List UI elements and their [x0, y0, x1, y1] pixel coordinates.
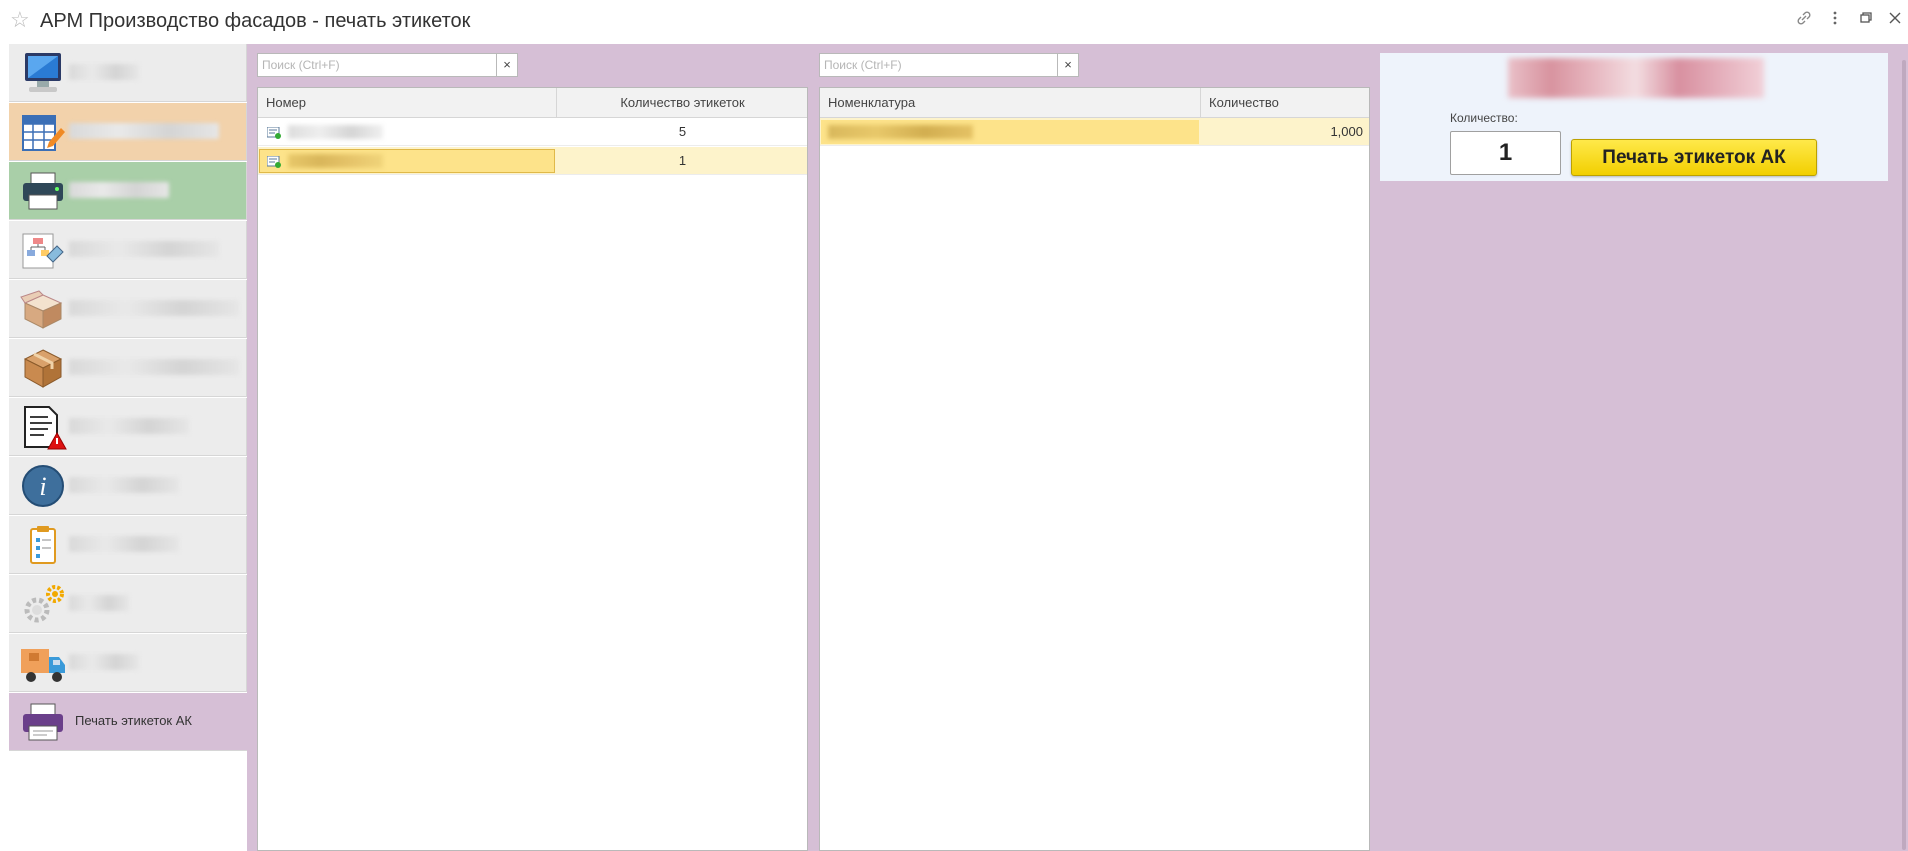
row-number	[288, 154, 383, 168]
left-search-input[interactable]	[258, 54, 496, 76]
sidebar-item-print-labels[interactable]: Печать этикеток АК	[9, 693, 247, 751]
document-icon	[266, 155, 281, 168]
document-icon	[266, 126, 281, 139]
right-table: Номенклатура Количество 1,000	[819, 87, 1370, 851]
sidebar-item-settings[interactable]	[9, 575, 247, 633]
table-header: Номенклатура Количество	[820, 88, 1369, 118]
sidebar-item-label	[69, 123, 219, 139]
sidebar-item-label	[69, 654, 139, 670]
sidebar-item-label	[69, 536, 179, 552]
close-icon[interactable]	[1884, 9, 1906, 31]
sidebar-item-box-open[interactable]	[9, 280, 247, 338]
sidebar-item-box[interactable]	[9, 339, 247, 397]
quantity-label: Количество:	[1450, 111, 1518, 125]
sidebar-item-clipboard[interactable]	[9, 516, 247, 574]
sidebar-item-document-warning[interactable]	[9, 398, 247, 456]
sidebar-item-computer[interactable]	[9, 44, 247, 102]
settings-icon	[19, 580, 67, 628]
sidebar-item-label	[69, 182, 169, 198]
column-header-number[interactable]: Номер	[258, 88, 557, 118]
sidebar-item-label	[69, 359, 239, 375]
box-icon	[19, 344, 67, 392]
table-row[interactable]: 1	[258, 147, 807, 175]
restore-icon[interactable]	[1855, 9, 1877, 31]
table-edit-icon	[19, 108, 67, 156]
left-search-field[interactable]	[257, 53, 497, 77]
sidebar-item-printer[interactable]	[9, 162, 247, 220]
sidebar: i Печать этикеток АК	[9, 44, 247, 851]
box-open-icon	[19, 285, 67, 333]
sidebar-item-label	[69, 241, 219, 257]
sidebar-item-truck[interactable]	[9, 634, 247, 692]
column-header-quantity[interactable]: Количество	[1201, 88, 1370, 118]
sidebar-item-label: Печать этикеток АК	[75, 713, 192, 728]
title-bar: ☆ АРМ Производство фасадов - печать этик…	[0, 0, 1908, 42]
sidebar-item-label	[69, 477, 179, 493]
window-title: АРМ Производство фасадов - печать этикет…	[40, 10, 471, 32]
row-number	[288, 125, 383, 139]
right-search-input[interactable]	[820, 54, 1058, 76]
sidebar-item-diagram[interactable]	[9, 221, 247, 279]
truck-icon	[19, 639, 67, 687]
table-row[interactable]: 5	[258, 118, 807, 146]
star-icon[interactable]: ☆	[10, 9, 30, 31]
sidebar-item-label	[69, 300, 239, 316]
row-quantity: 1,000	[1330, 124, 1363, 139]
printer-icon	[19, 698, 67, 746]
table-header: Номер Количество этикеток	[258, 88, 807, 118]
company-logo	[1508, 58, 1764, 98]
link-icon[interactable]	[1793, 9, 1815, 31]
vertical-scrollbar[interactable]	[1902, 60, 1906, 850]
sidebar-item-label	[69, 418, 189, 434]
sidebar-item-label	[69, 64, 139, 80]
table-row[interactable]: 1,000	[820, 118, 1369, 146]
left-search-clear-button[interactable]: ×	[496, 53, 518, 77]
sidebar-item-label	[69, 595, 129, 611]
clipboard-icon	[19, 521, 67, 569]
column-header-nomenclature[interactable]: Номенклатура	[820, 88, 1201, 118]
sidebar-item-info[interactable]: i	[9, 457, 247, 515]
row-label-count: 1	[678, 153, 687, 168]
right-search-clear-button[interactable]: ×	[1057, 53, 1079, 77]
printer-icon	[19, 167, 67, 215]
right-search-field[interactable]	[819, 53, 1059, 77]
more-icon[interactable]	[1824, 9, 1846, 31]
row-label-count: 5	[678, 124, 687, 139]
document-warning-icon	[19, 403, 67, 451]
sidebar-item-table-edit[interactable]	[9, 103, 247, 161]
quantity-input[interactable]: 1	[1450, 131, 1561, 175]
row-nomenclature	[828, 125, 973, 139]
info-icon: i	[19, 462, 67, 510]
computer-icon	[19, 49, 67, 97]
left-table: Номер Количество этикеток 5 1	[257, 87, 808, 851]
column-header-label-count[interactable]: Количество этикеток	[557, 88, 808, 118]
print-panel: Количество: 1 Печать этикеток АК	[1380, 53, 1888, 181]
diagram-icon	[19, 226, 67, 274]
svg-text:i: i	[39, 472, 46, 501]
print-labels-button[interactable]: Печать этикеток АК	[1571, 139, 1817, 176]
